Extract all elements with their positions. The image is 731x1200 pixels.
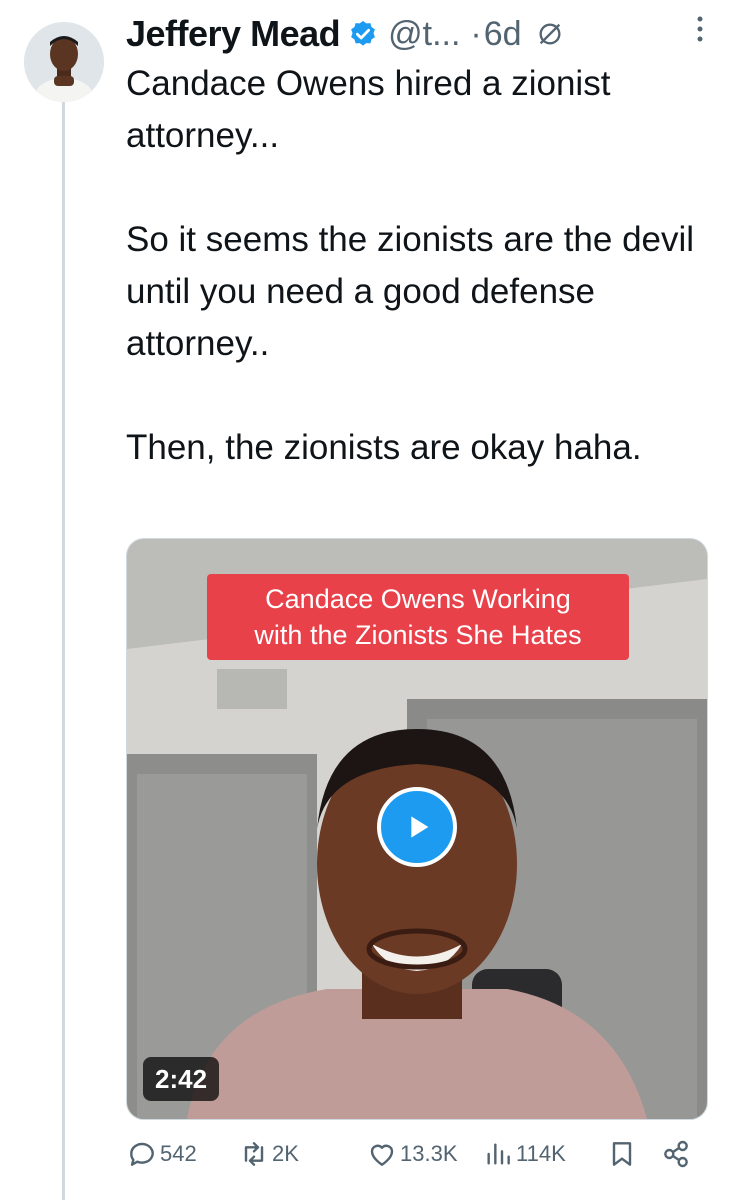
tweet-paragraph: So it seems the zionists are the devil u… — [126, 220, 695, 363]
video-caption-line: with the Zionists She Hates — [254, 620, 582, 650]
tweet-paragraph: Then, the zionists are okay haha. — [126, 428, 642, 467]
action-bar: 542 2K 13.3K 114K — [126, 1134, 706, 1174]
reply-icon — [130, 1142, 154, 1166]
video-player[interactable]: Candace Owens Working with the Zionists … — [126, 538, 708, 1120]
play-button[interactable] — [377, 787, 457, 867]
play-icon — [411, 816, 429, 838]
repost-button[interactable]: 2K — [238, 1134, 299, 1174]
tweet-paragraph: Candace Owens hired a zionist attorney..… — [126, 64, 611, 155]
grok-icon[interactable] — [536, 20, 564, 48]
video-caption-line: Candace Owens Working — [265, 584, 571, 614]
tweet-text: Candace Owens hired a zionist attorney..… — [126, 58, 716, 474]
more-icon[interactable] — [695, 14, 705, 44]
like-icon — [370, 1144, 394, 1166]
thread-line — [62, 102, 65, 1200]
share-icon — [664, 1140, 688, 1168]
bookmark-button[interactable] — [606, 1134, 638, 1174]
avatar[interactable] — [24, 22, 104, 102]
video-caption-overlay: Candace Owens Working with the Zionists … — [207, 574, 629, 660]
separator-dot: · — [470, 14, 482, 53]
repost-icon — [244, 1142, 264, 1166]
like-button[interactable]: 13.3K — [366, 1134, 458, 1174]
video-duration: 2:42 — [143, 1057, 220, 1101]
bookmark-icon — [612, 1142, 632, 1166]
share-button[interactable] — [660, 1134, 692, 1174]
views-icon — [487, 1143, 510, 1165]
reply-count: 542 — [160, 1141, 197, 1166]
author-name[interactable]: Jeffery Mead — [126, 13, 341, 55]
tweet-header: Jeffery Mead @t... · 6d — [126, 8, 716, 60]
author-handle[interactable]: @t... — [388, 15, 460, 54]
like-count: 13.3K — [400, 1141, 458, 1166]
views-button[interactable]: 114K — [482, 1134, 566, 1174]
reply-button[interactable]: 542 — [126, 1134, 197, 1174]
repost-count: 2K — [272, 1141, 299, 1166]
tweet-age[interactable]: 6d — [484, 15, 522, 54]
verified-badge-icon — [351, 20, 375, 46]
views-count: 114K — [516, 1141, 566, 1166]
